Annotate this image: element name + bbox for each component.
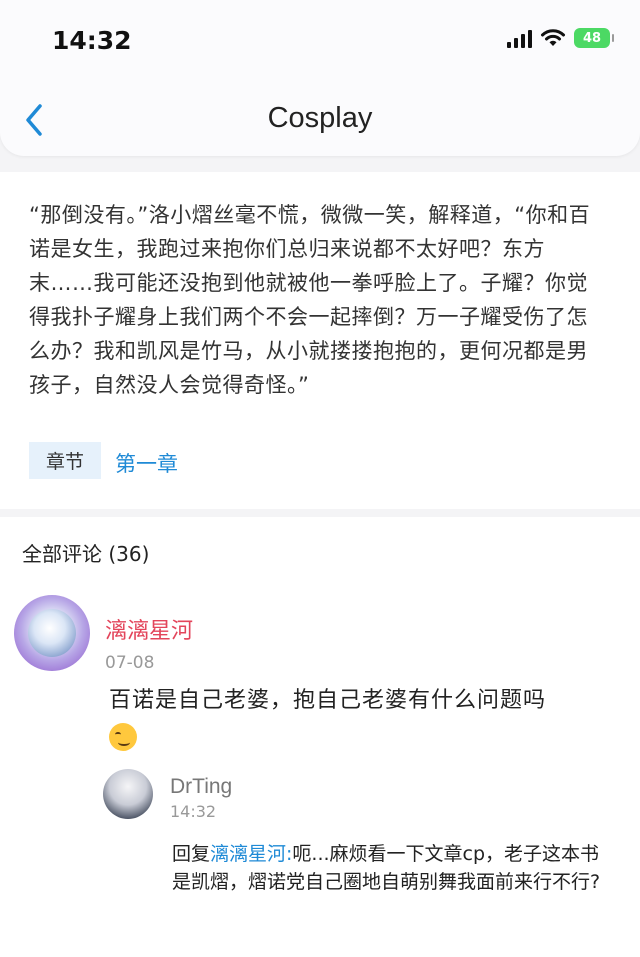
status-icons: 48 bbox=[507, 28, 614, 48]
reply-text: 回复漓漓星河:呃...麻烦看一下文章cp，老子这本书是凯熠，熠诺党自己圈地自萌别… bbox=[172, 840, 617, 896]
page-title: Cosplay bbox=[267, 102, 373, 134]
comment-text: 百诺是自己老婆，抱自己老婆有什么问题吗 bbox=[109, 683, 619, 755]
comment-username[interactable]: 漓漓星河 bbox=[105, 613, 193, 645]
battery-icon: 48 bbox=[574, 28, 614, 48]
smirk-emoji-icon bbox=[109, 723, 137, 751]
chapter-link[interactable]: 第一章 bbox=[115, 448, 178, 478]
reply-prefix: 回复 bbox=[172, 843, 211, 865]
article-card: “那倒没有。”洛小熠丝毫不慌，微微一笑，解释道，“你和百诺是女生，我跑过来抱你们… bbox=[0, 172, 640, 509]
battery-level: 48 bbox=[582, 30, 602, 46]
comment-text-content: 百诺是自己老婆，抱自己老婆有什么问题吗 bbox=[109, 688, 547, 713]
signal-icon bbox=[507, 28, 532, 48]
reply-avatar[interactable] bbox=[103, 769, 153, 819]
article-text: “那倒没有。”洛小熠丝毫不慌，微微一笑，解释道，“你和百诺是女生，我跑过来抱你们… bbox=[29, 203, 591, 397]
status-time: 14:32 bbox=[52, 26, 132, 55]
comments-section: 全部评论 (36) 漓漓星河 07-08 百诺是自己老婆，抱自己老婆有什么问题吗… bbox=[0, 517, 640, 957]
comments-header: 全部评论 (36) bbox=[22, 542, 150, 566]
reply-time: 14:32 bbox=[170, 802, 217, 821]
comment-date: 07-08 bbox=[105, 653, 155, 673]
avatar[interactable] bbox=[14, 595, 90, 671]
wifi-icon bbox=[541, 29, 565, 46]
chapter-tag: 章节 bbox=[29, 442, 101, 479]
top-bar: 14:32 48 Cosplay bbox=[0, 0, 640, 156]
reply-mention-link[interactable]: 漓漓星河: bbox=[210, 843, 292, 865]
reply-username[interactable]: DrTing bbox=[170, 775, 232, 799]
